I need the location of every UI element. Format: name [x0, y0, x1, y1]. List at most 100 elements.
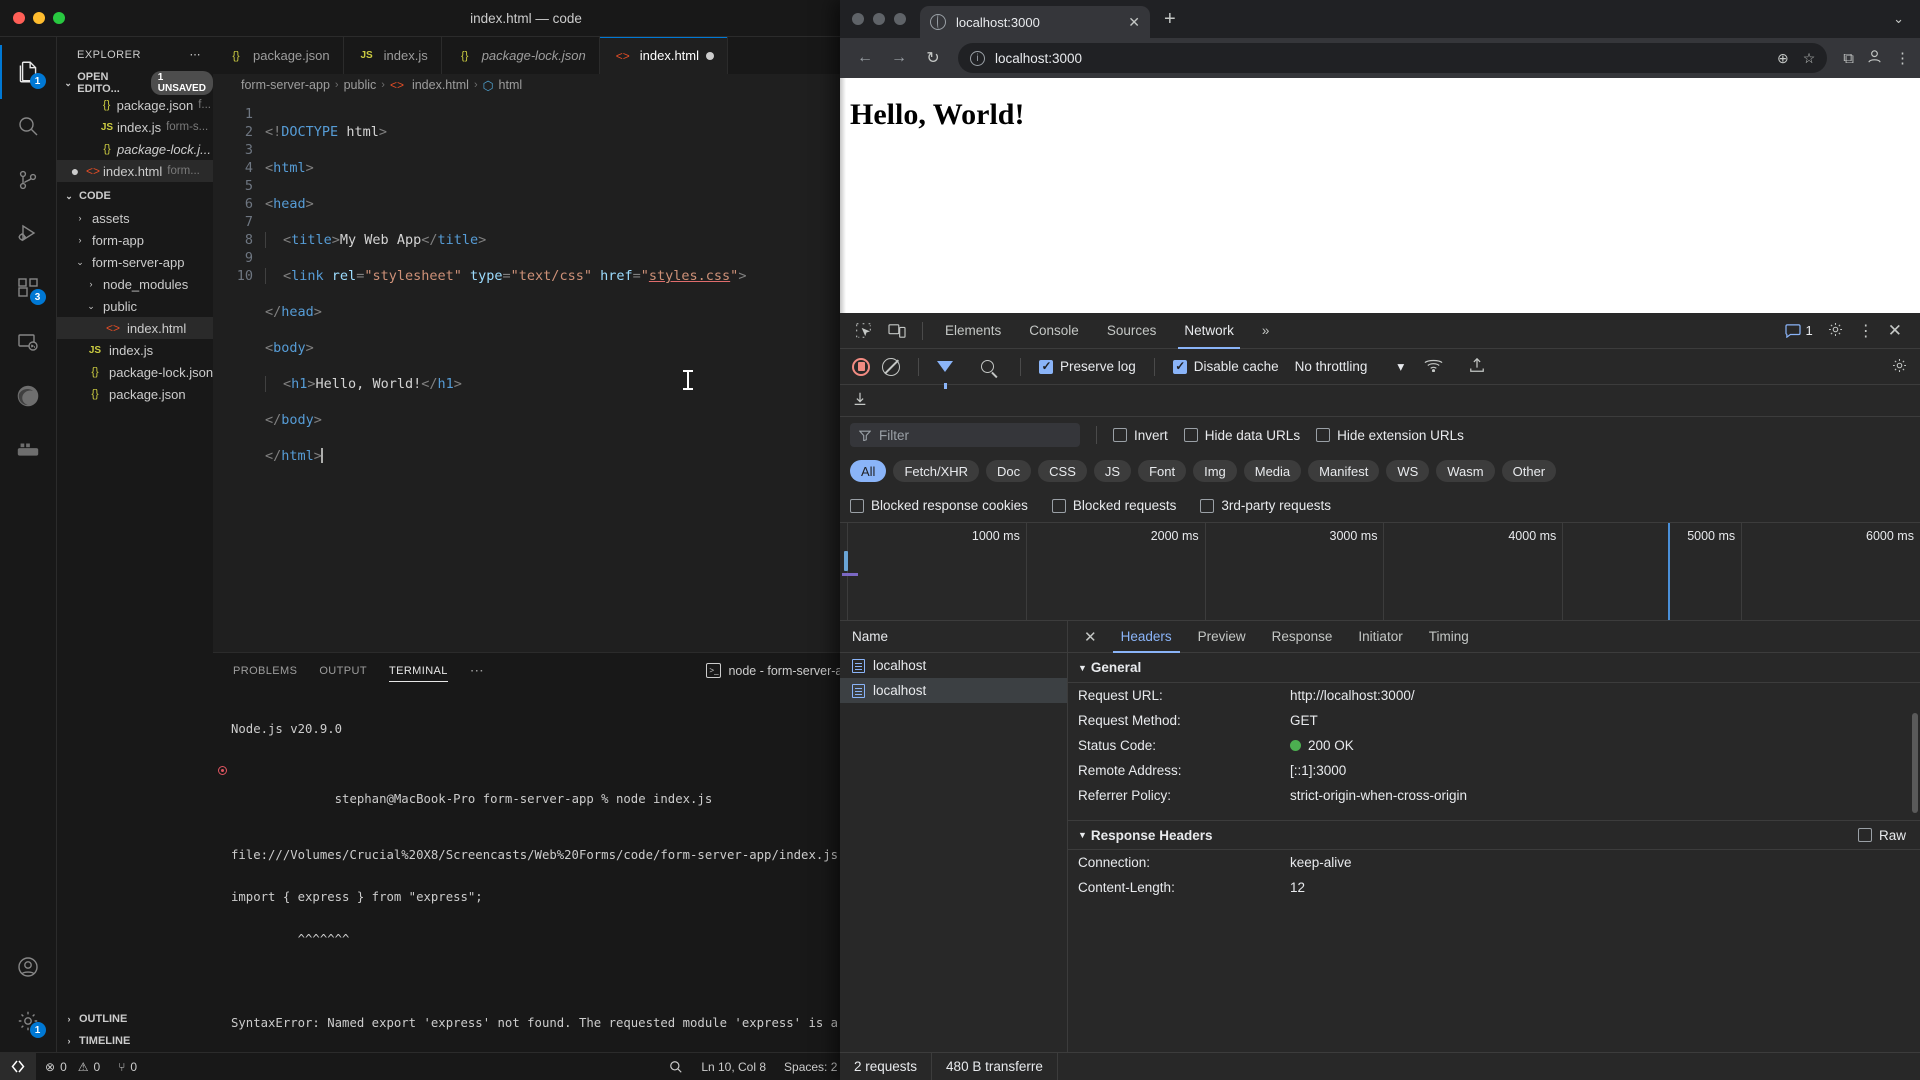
chip-fetch-xhr[interactable]: Fetch/XHR — [893, 460, 980, 482]
breadcrumb-item-0[interactable]: form-server-app — [241, 78, 330, 92]
open-editors-section[interactable]: ⌄ OPEN EDITO... 1 unsaved — [57, 71, 213, 95]
tree-item-public[interactable]: ⌄ public — [57, 295, 213, 317]
tab-list-chevron-icon[interactable]: ⌄ — [1877, 0, 1920, 38]
activity-edge-tools[interactable] — [0, 369, 57, 423]
status-errors[interactable]: ⊗ 0 ⚠ 0 — [36, 1053, 109, 1080]
tab-preview[interactable]: Preview — [1186, 621, 1258, 653]
message-count-badge[interactable]: 1 — [1784, 323, 1813, 338]
open-editor-item[interactable]: JS index.js form-s... — [57, 116, 213, 138]
browser-tab[interactable]: localhost:3000 ✕ — [920, 6, 1150, 38]
code-folder-section[interactable]: ⌄ CODE — [57, 185, 213, 207]
tab-package-lock-json[interactable]: {} package-lock.json — [441, 37, 600, 74]
chip-manifest[interactable]: Manifest — [1308, 460, 1380, 482]
forward-button[interactable]: → — [884, 43, 914, 73]
open-editor-item[interactable]: {} package-lock.j... — [57, 138, 213, 160]
tree-item-package-lock[interactable]: {} package-lock.json — [57, 361, 213, 383]
blocked-response-cookies-checkbox[interactable]: Blocked response cookies — [850, 498, 1028, 513]
tab-initiator[interactable]: Initiator — [1346, 621, 1414, 653]
gear-icon[interactable] — [1891, 357, 1908, 377]
blocked-requests-checkbox[interactable]: Blocked requests — [1051, 498, 1176, 513]
chip-doc[interactable]: Doc — [986, 460, 1032, 482]
invert-checkbox[interactable]: Invert — [1113, 428, 1168, 443]
settings-more-icon[interactable]: ⋮ — [1895, 49, 1910, 67]
tab-sources[interactable]: Sources — [1095, 313, 1169, 349]
profile-icon[interactable] — [1866, 48, 1883, 69]
throttling-select[interactable]: No throttling ▾ — [1295, 359, 1405, 375]
tab-timing[interactable]: Timing — [1417, 621, 1481, 653]
search-icon[interactable] — [981, 360, 994, 373]
chip-media[interactable]: Media — [1243, 460, 1302, 482]
chip-css[interactable]: CSS — [1038, 460, 1087, 482]
raw-toggle[interactable]: Raw — [1857, 828, 1920, 843]
terminal-instance-chip[interactable]: >_ node - form-server-app — [706, 663, 856, 678]
wifi-icon[interactable] — [1424, 358, 1443, 375]
tab-package-json[interactable]: {} package.json — [213, 37, 344, 74]
tab-problems[interactable]: PROBLEMS — [233, 653, 297, 688]
minimize-window-button[interactable] — [873, 13, 885, 25]
more-panels-icon[interactable]: » — [1250, 313, 1282, 349]
activity-source-control[interactable] — [0, 153, 57, 207]
breadcrumb-item-3[interactable]: html — [499, 78, 523, 92]
bookmark-star-icon[interactable]: ☆ — [1803, 50, 1816, 67]
inspect-element-icon[interactable] — [848, 317, 878, 345]
info-circle-icon[interactable]: i — [970, 50, 985, 66]
activity-run-debug[interactable] — [0, 207, 57, 261]
chip-img[interactable]: Img — [1193, 460, 1237, 482]
hide-data-urls-checkbox[interactable]: Hide data URLs — [1183, 428, 1300, 443]
general-section-header[interactable]: ▼ General — [1068, 653, 1920, 683]
tab-headers[interactable]: Headers — [1109, 621, 1184, 653]
hide-extension-urls-checkbox[interactable]: Hide extension URLs — [1316, 428, 1464, 443]
filter-input[interactable]: Filter — [850, 423, 1080, 447]
collections-icon[interactable]: ⧉ — [1843, 50, 1854, 67]
close-icon[interactable]: ✕ — [1888, 321, 1902, 341]
import-har-icon[interactable] — [1469, 357, 1485, 376]
panel-more-tabs-icon[interactable]: ⋯ — [470, 653, 484, 688]
explorer-more-icon[interactable]: ⋯ — [190, 48, 202, 61]
close-window-button[interactable] — [852, 13, 864, 25]
activity-extensions[interactable]: 3 — [0, 261, 57, 315]
chip-js[interactable]: JS — [1093, 460, 1132, 482]
chip-ws[interactable]: WS — [1386, 460, 1430, 482]
chip-other[interactable]: Other — [1501, 460, 1557, 482]
tab-output[interactable]: OUTPUT — [319, 653, 367, 688]
chip-all[interactable]: All — [850, 460, 887, 482]
breadcrumb-item-1[interactable]: public — [344, 78, 377, 92]
activity-docker[interactable] — [0, 423, 57, 477]
activity-search[interactable] — [0, 99, 57, 153]
reload-button[interactable]: ↻ — [918, 43, 948, 73]
back-button[interactable]: ← — [850, 43, 880, 73]
tab-network[interactable]: Network — [1172, 313, 1246, 349]
maximize-window-button[interactable] — [894, 13, 906, 25]
tree-item-form-server-app[interactable]: ⌄ form-server-app — [57, 251, 213, 273]
activity-remote-explorer[interactable] — [0, 315, 57, 369]
request-row[interactable]: localhost — [840, 653, 1067, 678]
tree-item-package-json[interactable]: {} package.json — [57, 383, 213, 405]
detail-scrollbar[interactable] — [1912, 713, 1918, 813]
activity-account[interactable] — [0, 940, 57, 994]
request-row-selected[interactable]: localhost — [840, 678, 1067, 703]
response-headers-section-header[interactable]: ▼ Response Headers Raw — [1068, 820, 1920, 850]
new-tab-button[interactable]: + — [1150, 0, 1190, 38]
tab-terminal[interactable]: TERMINAL — [388, 653, 448, 688]
zoom-icon[interactable]: ⊕ — [1777, 50, 1789, 67]
timeline-section[interactable]: › TIMELINE — [57, 1030, 213, 1052]
network-overview-timeline[interactable]: 1000 ms 2000 ms 3000 ms 4000 ms 5000 ms … — [840, 523, 1920, 621]
activity-explorer[interactable]: 1 — [0, 45, 57, 99]
clear-icon[interactable] — [882, 357, 900, 376]
chip-wasm[interactable]: Wasm — [1436, 460, 1495, 482]
gear-icon[interactable] — [1827, 321, 1844, 341]
tab-elements[interactable]: Elements — [933, 313, 1013, 349]
address-bar[interactable]: i localhost:3000 ⊕ ☆ — [958, 43, 1828, 73]
status-ports[interactable]: ⑂ 0 — [109, 1053, 146, 1080]
tab-index-js[interactable]: JS index.js — [343, 37, 442, 74]
activity-settings[interactable]: 1 — [0, 994, 57, 1048]
filter-icon[interactable] — [937, 361, 953, 389]
open-editor-item[interactable]: {} package.json f... — [57, 94, 213, 116]
close-tab-icon[interactable]: ✕ — [1128, 14, 1140, 31]
status-cursor-position[interactable]: Ln 10, Col 8 — [692, 1053, 775, 1080]
open-editor-item-active[interactable]: ● <> index.html form... — [57, 160, 213, 182]
tree-item-index-html[interactable]: <> index.html — [57, 317, 213, 339]
outline-section[interactable]: › OUTLINE — [57, 1008, 213, 1030]
status-search[interactable] — [660, 1053, 692, 1080]
request-list-header[interactable]: Name — [840, 621, 1067, 653]
